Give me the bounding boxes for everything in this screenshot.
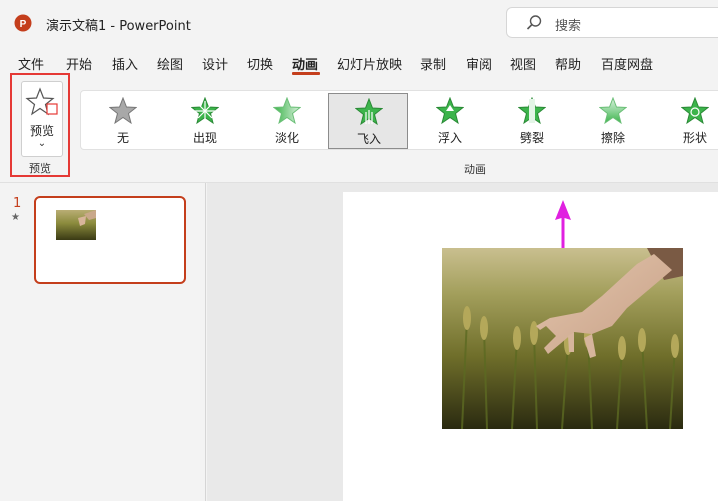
preview-button[interactable]: 预览 ⌄ [21,81,63,157]
animation-appear[interactable]: 出现 [165,93,245,149]
tab-transitions[interactable]: 切换 [247,54,273,73]
animation-marker-icon: ★ [11,212,20,223]
powerpoint-logo-icon: P [14,14,32,32]
star-float-in-icon [436,97,464,125]
tab-animations[interactable]: 动画 [292,54,318,73]
title-bar: P 演示文稿1 - PowerPoint 搜索 [0,0,718,46]
active-tab-indicator [292,72,320,75]
tab-file[interactable]: 文件 [18,54,44,73]
tab-draw[interactable]: 绘图 [157,54,183,73]
animation-gallery: 无 出现 淡化 飞入 浮入 劈裂 擦除 形状 [80,90,718,150]
wheat-field-photo[interactable] [442,248,683,429]
animation-label: 出现 [192,131,217,145]
ribbon-tabs: 文件 开始 插入 绘图 设计 切换 动画 幻灯片放映 录制 审阅 视图 帮助 百… [0,48,718,78]
document-title: 演示文稿1 - PowerPoint [46,19,191,34]
animation-none[interactable]: 无 [83,93,163,149]
star-wipe-icon [599,97,627,125]
tab-review[interactable]: 审阅 [466,54,492,73]
animation-label: 形状 [682,131,707,145]
tab-help[interactable]: 帮助 [555,54,581,73]
animation-fly-in[interactable]: 飞入 [328,93,408,149]
star-fade-icon [273,97,301,125]
search-box[interactable]: 搜索 [506,7,718,38]
animation-label: 擦除 [600,131,625,145]
thumbnail-wheat-image [56,210,96,240]
chevron-down-icon: ⌄ [37,138,47,149]
animation-label: 飞入 [356,132,381,146]
tab-design[interactable]: 设计 [202,54,228,73]
search-icon [526,15,542,30]
preview-group-label: 预览 [29,162,51,175]
star-appear-icon [191,97,219,125]
animation-wipe[interactable]: 擦除 [573,93,653,149]
preview-label: 预览 [29,124,54,138]
tab-insert[interactable]: 插入 [112,54,138,73]
slide-thumbnail[interactable] [34,196,186,284]
animation-shape[interactable]: 形状 [655,93,718,149]
svg-text:P: P [20,19,27,30]
animation-label: 无 [116,131,129,145]
animation-fade[interactable]: 淡化 [247,93,327,149]
star-none-icon [109,97,137,125]
animation-label: 淡化 [274,131,299,145]
animation-label: 劈裂 [519,131,544,145]
tab-record[interactable]: 录制 [420,54,446,73]
star-split-icon [518,97,546,125]
tab-baidu-netdisk[interactable]: 百度网盘 [601,54,653,73]
preview-group: 预览 ⌄ 预览 [10,73,70,177]
slide-number: 1 [13,196,22,211]
star-shape-icon [681,97,709,125]
animation-split[interactable]: 劈裂 [492,93,572,149]
preview-star-icon [25,87,58,116]
animation-float-in[interactable]: 浮入 [410,93,490,149]
tab-view[interactable]: 视图 [510,54,536,73]
tab-home[interactable]: 开始 [66,54,92,73]
animations-group-label: 动画 [464,163,486,176]
animation-label: 浮入 [437,131,462,145]
star-fly-in-icon [355,98,383,126]
tab-slideshow[interactable]: 幻灯片放映 [337,54,402,73]
search-placeholder: 搜索 [555,19,582,34]
